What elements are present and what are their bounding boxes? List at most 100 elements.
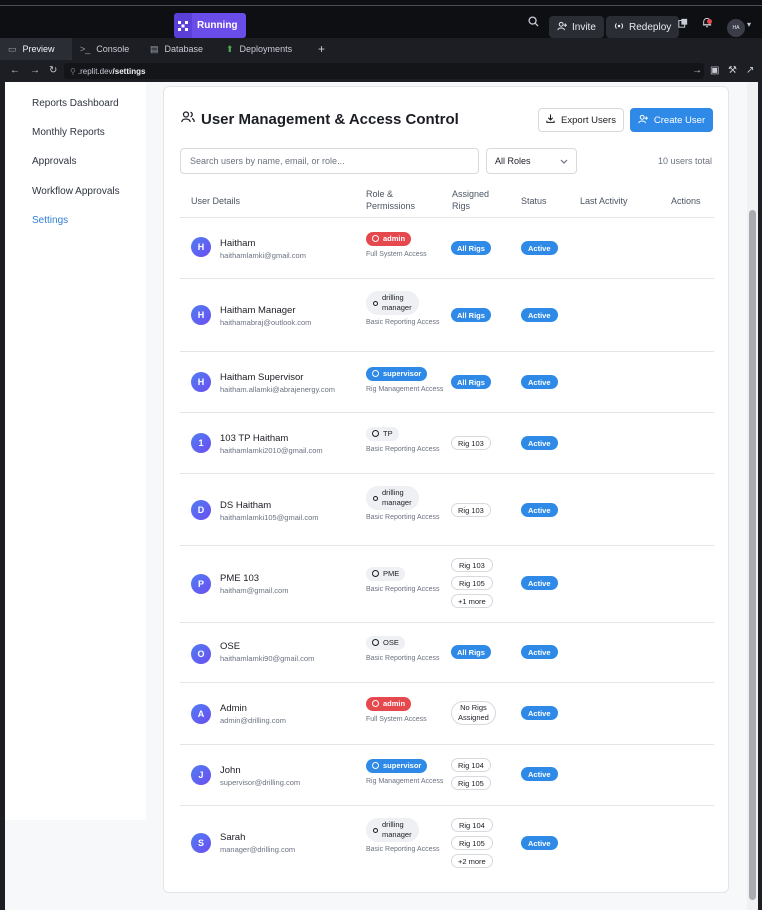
user-name: Haitham [220, 238, 256, 249]
status-badge: Active [521, 308, 558, 322]
rig-badge: All Rigs [451, 375, 491, 389]
table-row[interactable]: S Sarah manager@drilling.com drilling man… [180, 806, 714, 882]
no-rigs-badge: No Rigs Assigned [451, 701, 496, 725]
users-icon [181, 110, 195, 128]
rigs-cell: Rig 103 Rig 105 +1 more [451, 558, 493, 608]
role-label-line2: manager [382, 303, 412, 312]
user-avatar: 1 [191, 433, 211, 453]
table-row[interactable]: A Admin admin@drilling.com admin Full Sy… [180, 683, 714, 745]
no-rigs-label: No Rigs Assigned [458, 703, 489, 723]
url-path: /settings [112, 66, 146, 76]
role-icon [372, 235, 379, 242]
sidebar-item-monthly-reports[interactable]: Monthly Reports [32, 127, 105, 138]
header-role: Role & Permissions [366, 188, 415, 212]
role-badge: PME [366, 566, 406, 581]
tab-preview[interactable]: ▭ Preview [0, 38, 72, 60]
sidebar-item-workflow-approvals[interactable]: Workflow Approvals [32, 186, 120, 197]
export-users-button[interactable]: Export Users [538, 108, 624, 132]
notification-dot [707, 19, 712, 24]
run-button[interactable]: Running [174, 13, 246, 38]
avatar-initials: HA [732, 25, 740, 31]
role-icon [373, 300, 378, 306]
table-row[interactable]: J John supervisor@drilling.com superviso… [180, 745, 714, 806]
external-link-icon[interactable]: ↗ [746, 65, 754, 76]
rig-badge: All Rigs [451, 645, 491, 659]
user-avatar[interactable]: HA [727, 19, 745, 37]
forward-arrow-icon[interactable]: → [30, 65, 40, 76]
role-label: PME [383, 569, 400, 578]
forward-nav-icon[interactable]: → [692, 65, 702, 76]
create-user-button[interactable]: Create User [630, 108, 713, 132]
no-rigs-line1: No Rigs [460, 703, 487, 712]
role-description: Basic Reporting Access [366, 514, 440, 521]
table-row[interactable]: D DS Haitham haithamlamki105@gmail.com d… [180, 474, 714, 546]
terminal-icon: >_ [80, 44, 91, 54]
url-bar-row: ← → ↻ ⚲ .replit.dev/settings → ▣ ⚒ ↗ [0, 60, 762, 82]
role-badge: drilling manager [366, 291, 419, 315]
role-badge: admin [366, 231, 412, 246]
copy-icon[interactable] [678, 17, 688, 31]
table-row[interactable]: H Haitham Manager haithamabraj@outlook.c… [180, 279, 714, 352]
tab-deployments[interactable]: ⬆ Deployments [218, 38, 304, 60]
header-user-details: User Details [191, 196, 241, 206]
role-label-line1: drilling [382, 488, 404, 497]
tab-database[interactable]: ▤ Database [142, 38, 216, 60]
rig-badge: Rig 103 [451, 558, 493, 572]
more-rigs-badge[interactable]: +1 more [451, 594, 493, 608]
new-tab-button[interactable]: + [310, 38, 333, 60]
tab-console[interactable]: >_ Console [72, 38, 142, 60]
rigs-cell: Rig 103 [451, 436, 491, 450]
search-icon[interactable] [528, 16, 539, 30]
refresh-icon[interactable]: ↻ [49, 65, 57, 76]
invite-button[interactable]: Invite [549, 16, 604, 38]
role-label: drilling manager [382, 488, 412, 508]
database-icon: ▤ [150, 43, 159, 54]
sidebar-item-settings[interactable]: Settings [32, 215, 68, 226]
search-input[interactable]: Search users by name, email, or role... [180, 148, 479, 174]
table-row[interactable]: 1 103 TP Haitham haithamlamki2010@gmail.… [180, 413, 714, 474]
role-badge: drilling manager [366, 486, 419, 510]
role-label: supervisor [383, 761, 422, 770]
url-host: .replit.dev [77, 66, 113, 76]
role-icon [372, 370, 379, 377]
rig-badge: Rig 103 [451, 503, 491, 517]
header-role-line1: Role & [366, 189, 394, 199]
user-avatar: H [191, 372, 211, 392]
export-users-label: Export Users [561, 114, 616, 126]
redeploy-button[interactable]: Redeploy [606, 16, 680, 38]
more-rigs-badge[interactable]: +2 more [451, 854, 493, 868]
add-user-icon [557, 21, 567, 34]
rigs-cell: All Rigs [451, 375, 491, 389]
table-row[interactable]: P PME 103 haitham@gmail.com PME Basic Re… [180, 546, 714, 623]
role-description: Basic Reporting Access [366, 586, 440, 593]
role-filter-select[interactable]: All Roles [486, 148, 577, 174]
sidebar-item-approvals[interactable]: Approvals [32, 156, 76, 167]
rig-badge: Rig 103 [451, 436, 491, 450]
user-avatar: P [191, 574, 211, 594]
role-icon [372, 430, 379, 437]
tab-label: Preview [22, 44, 55, 54]
role-icon [373, 827, 378, 833]
tab-label: Database [164, 44, 204, 54]
devices-icon[interactable]: ▣ [710, 65, 719, 76]
sidebar-item-reports-dashboard[interactable]: Reports Dashboard [32, 98, 119, 109]
role-label: drilling manager [382, 293, 412, 313]
table-row[interactable]: H Haitham haithamlamki@gmail.com admin F… [180, 218, 714, 279]
invite-label: Invite [572, 21, 596, 33]
status-badge: Active [521, 767, 558, 781]
tab-label: Console [96, 44, 130, 54]
back-arrow-icon[interactable]: ← [10, 65, 20, 76]
header-rigs-line1: Assigned [452, 189, 490, 199]
rigs-cell: Rig 104 Rig 105 [451, 758, 491, 790]
role-label-line1: drilling [382, 820, 404, 829]
wrench-icon[interactable]: ⚒ [728, 65, 737, 76]
chevron-down-icon[interactable]: ▾ [747, 20, 751, 29]
rigs-cell: All Rigs [451, 645, 491, 659]
rig-badge: Rig 104 [451, 818, 493, 832]
table-row[interactable]: H Haitham Supervisor haitham.allamki@abr… [180, 352, 714, 413]
table-row[interactable]: O OSE haithamlamki90@gmail.com OSE Basic… [180, 623, 714, 683]
user-name: 103 TP Haitham [220, 433, 289, 444]
scrollbar-thumb[interactable] [749, 210, 756, 900]
header-rigs-line2: Rigs [452, 201, 471, 211]
url-field[interactable]: ⚲ .replit.dev/settings [64, 63, 704, 79]
